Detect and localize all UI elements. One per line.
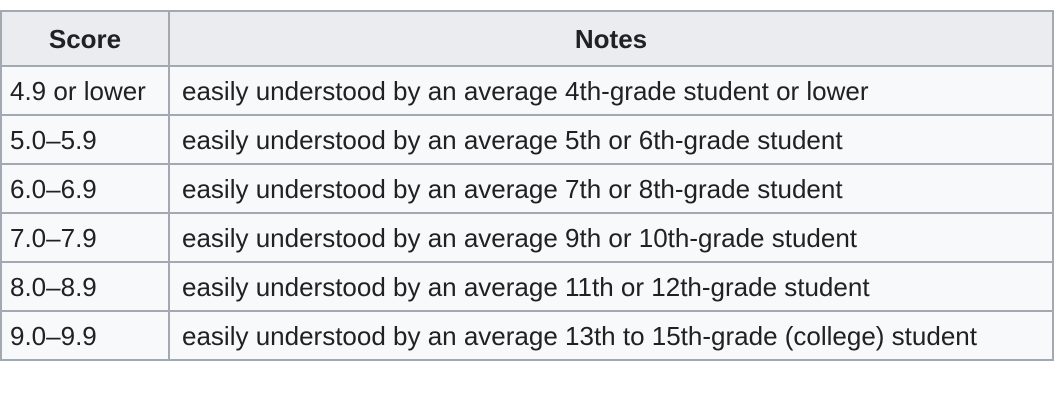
column-header-score: Score [0, 10, 170, 67]
notes-cell: easily understood by an average 13th to … [168, 310, 1054, 361]
table-row: 5.0–5.9 easily understood by an average … [0, 114, 1054, 165]
readability-score-table: Score Notes 4.9 or lower easily understo… [0, 10, 1054, 361]
score-cell: 9.0–9.9 [0, 310, 170, 361]
table-body: 4.9 or lower easily understood by an ave… [0, 65, 1054, 361]
score-cell: 7.0–7.9 [0, 212, 170, 263]
notes-cell: easily understood by an average 11th or … [168, 261, 1054, 312]
score-cell: 5.0–5.9 [0, 114, 170, 165]
score-cell: 8.0–8.9 [0, 261, 170, 312]
table-row: 6.0–6.9 easily understood by an average … [0, 163, 1054, 214]
score-cell: 6.0–6.9 [0, 163, 170, 214]
notes-cell: easily understood by an average 4th-grad… [168, 65, 1054, 116]
table-row: 4.9 or lower easily understood by an ave… [0, 65, 1054, 116]
table-header: Score Notes [0, 10, 1054, 67]
table-row: 7.0–7.9 easily understood by an average … [0, 212, 1054, 263]
notes-cell: easily understood by an average 5th or 6… [168, 114, 1054, 165]
table-row: 9.0–9.9 easily understood by an average … [0, 310, 1054, 361]
table-row: 8.0–8.9 easily understood by an average … [0, 261, 1054, 312]
notes-cell: easily understood by an average 9th or 1… [168, 212, 1054, 263]
header-row: Score Notes [0, 10, 1054, 67]
score-cell: 4.9 or lower [0, 65, 170, 116]
column-header-notes: Notes [168, 10, 1054, 67]
notes-cell: easily understood by an average 7th or 8… [168, 163, 1054, 214]
